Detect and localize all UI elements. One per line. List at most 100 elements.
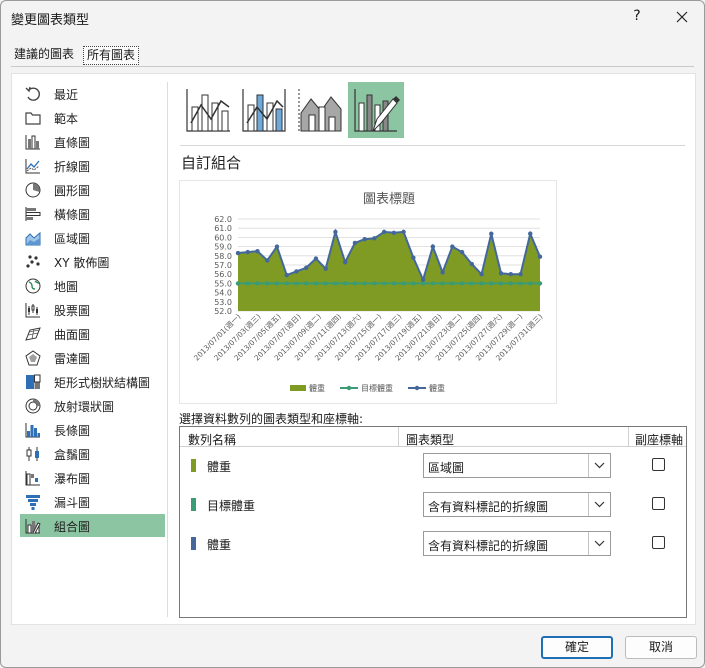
data-point — [352, 240, 358, 246]
chart-type-value: 區域圖 — [428, 461, 465, 475]
data-point — [528, 281, 533, 286]
legend-label: 體重 — [309, 383, 325, 393]
sidebar-item-recent[interactable]: 最近 — [20, 82, 165, 105]
sidebar-item-label: 長條圖 — [54, 424, 91, 438]
series-caption: 選擇資料數列的圖表類型和座標軸: — [179, 412, 364, 426]
chart-type-dropdown[interactable]: 含有資料標記的折線圖 — [423, 492, 611, 517]
data-point — [518, 281, 523, 286]
sidebar-item-label: 雷達圖 — [54, 352, 91, 366]
sidebar-item-label: 瀑布圖 — [54, 472, 91, 486]
secondary-axis-checkbox[interactable] — [652, 497, 665, 510]
scatter-chart-icon — [24, 253, 42, 271]
header-line — [180, 446, 686, 447]
sidebar-item-radar-chart[interactable]: 雷達圖 — [20, 346, 165, 369]
data-point — [469, 281, 475, 286]
data-point — [489, 231, 494, 236]
close-button[interactable] — [667, 4, 697, 30]
chart-subtype-title: 自訂組合 — [181, 154, 242, 172]
sidebar-item-surface-chart[interactable]: 曲面圖 — [20, 322, 165, 345]
data-point — [498, 271, 504, 276]
series-row: 體重 區域圖 — [180, 452, 686, 480]
subtype-clustered-column-line[interactable] — [180, 82, 236, 138]
radar-chart-icon — [24, 349, 42, 367]
sidebar-item-label: 放射環狀圖 — [54, 400, 115, 414]
y-tick-label: 56.0 — [214, 270, 232, 279]
data-point — [381, 281, 387, 286]
sidebar-item-box-whisker-chart[interactable]: 盒鬚圖 — [20, 442, 165, 465]
sidebar-item-area-chart[interactable]: 區域圖 — [20, 226, 165, 249]
data-point — [381, 229, 387, 235]
sidebar-item-label: 最近 — [54, 88, 79, 102]
series-row: 體重 含有資料標記的折線圖 — [180, 530, 686, 558]
ok-button[interactable]: 確定 — [541, 636, 613, 659]
sidebar-item-treemap-chart[interactable]: 矩形式樹狀結構圖 — [20, 370, 165, 393]
data-point — [323, 266, 328, 271]
data-point — [303, 265, 309, 270]
chart-type-dropdown[interactable]: 含有資料標記的折線圖 — [423, 531, 611, 556]
data-point — [245, 281, 250, 286]
close-icon — [676, 11, 688, 23]
data-point — [420, 277, 426, 282]
subtype-clustered-column-line-secondary-axis[interactable] — [236, 82, 292, 138]
tab-all-charts[interactable]: 所有圖表 — [83, 46, 140, 65]
data-point — [313, 256, 319, 261]
data-point — [303, 281, 309, 286]
clustered-column-line-icon — [186, 89, 230, 132]
all-charts-panel: 最近 範本 直條圖 折線圖 圓形圖 橫條圖 區域圖 XY 散佈圖 地圖 股票圖 曲面圖 雷達圖 矩形式樹… — [11, 73, 696, 625]
help-button[interactable]: ? — [631, 8, 643, 24]
data-point — [411, 255, 416, 260]
data-point — [440, 270, 445, 275]
subtype-custom-combination[interactable] — [348, 82, 404, 138]
data-point — [284, 281, 289, 286]
data-point — [411, 281, 416, 286]
data-point — [459, 281, 465, 286]
data-point — [489, 281, 494, 286]
sidebar-item-label: 股票圖 — [54, 304, 91, 318]
secondary-axis-checkbox[interactable] — [652, 536, 665, 549]
dropdown-button[interactable] — [588, 493, 610, 516]
data-point — [450, 281, 455, 286]
recent-icon — [24, 85, 42, 103]
dropdown-button[interactable] — [588, 532, 610, 555]
dropdown-button[interactable] — [588, 454, 610, 477]
folder-icon — [24, 109, 42, 127]
series-name: 目標體重 — [207, 499, 256, 513]
sidebar-item-funnel-chart[interactable]: 漏斗圖 — [20, 490, 165, 513]
sidebar-item-map-chart[interactable]: 地圖 — [20, 274, 165, 297]
data-point — [255, 281, 260, 286]
secondary-axis-checkbox[interactable] — [652, 458, 665, 471]
sidebar-item-column-chart[interactable]: 直條圖 — [20, 130, 165, 153]
combo-chart-icon — [24, 517, 42, 535]
sidebar-item-label: 漏斗圖 — [54, 496, 91, 510]
cancel-button[interactable]: 取消 — [625, 636, 697, 659]
sidebar-item-bar-chart[interactable]: 橫條圖 — [20, 202, 165, 225]
sidebar-item-sunburst-chart[interactable]: 放射環狀圖 — [20, 394, 165, 417]
sidebar-item-scatter-chart[interactable]: XY 散佈圖 — [20, 250, 165, 273]
sidebar-item-stock-chart[interactable]: 股票圖 — [20, 298, 165, 321]
chart-type-dropdown[interactable]: 區域圖 — [423, 453, 611, 478]
tab-recommended-charts[interactable]: 建議的圖表 — [11, 46, 77, 65]
data-point — [235, 281, 241, 286]
tab-divider — [11, 66, 694, 67]
stock-chart-icon — [24, 301, 42, 319]
data-point — [235, 250, 241, 256]
sidebar-item-folder[interactable]: 範本 — [20, 106, 165, 129]
chart-type-value: 含有資料標記的折線圖 — [428, 500, 549, 514]
y-tick-label: 53.0 — [214, 298, 232, 307]
data-point — [245, 249, 250, 255]
sidebar-item-line-chart[interactable]: 折線圖 — [20, 154, 165, 177]
legend-marker — [346, 385, 352, 391]
data-point — [537, 281, 543, 286]
data-point — [372, 236, 377, 241]
data-point — [313, 281, 319, 286]
subtype-stacked-area-clustered-column[interactable] — [292, 82, 348, 138]
series-color-swatch — [191, 498, 196, 511]
sidebar-divider — [167, 82, 168, 617]
data-point — [391, 230, 397, 235]
sidebar-item-pie-chart[interactable]: 圓形圖 — [20, 178, 165, 201]
data-point — [528, 231, 533, 236]
sidebar-item-waterfall-chart[interactable]: 瀑布圖 — [20, 466, 165, 489]
sidebar-item-histogram-chart[interactable]: 長條圖 — [20, 418, 165, 441]
sidebar-item-combo-chart[interactable]: 組合圖 — [20, 514, 165, 537]
y-tick-label: 57.0 — [214, 261, 232, 270]
